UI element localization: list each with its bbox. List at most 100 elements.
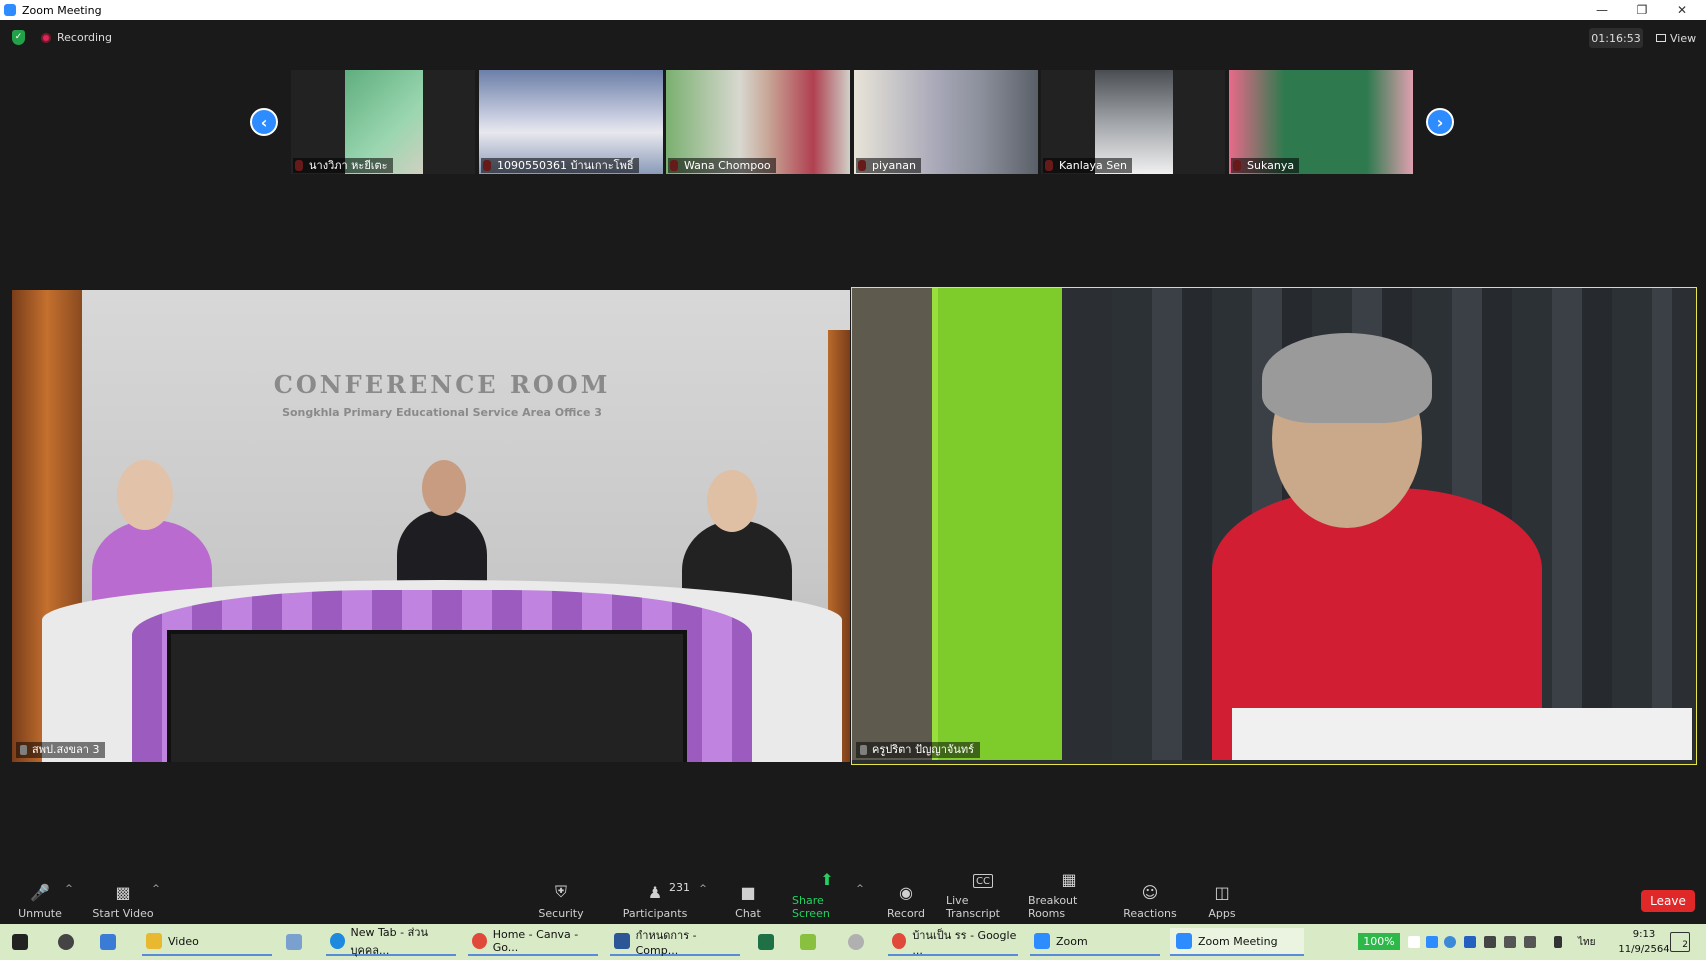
- participant-name: piyanan: [856, 158, 921, 173]
- reactions-label: Reactions: [1123, 907, 1177, 920]
- reactions-button[interactable]: ☺ Reactions: [1123, 874, 1177, 921]
- live-transcript-button[interactable]: CC Live Transcript: [946, 874, 1020, 920]
- participant-thumbnail[interactable]: Kanlaya Sen: [1041, 70, 1225, 174]
- excel-app[interactable]: [758, 928, 774, 956]
- unmute-button[interactable]: 🎤 Unmute: [12, 874, 68, 921]
- participants-label: Participants: [622, 907, 688, 920]
- share-screen-button[interactable]: ⬆ Share Screen: [792, 870, 862, 921]
- participant-thumbnail[interactable]: นางวิภา หะยีเตะ: [291, 70, 475, 174]
- participant-name: Wana Chompoo: [668, 158, 776, 173]
- taskbar-item-zoom[interactable]: Zoom: [1030, 928, 1160, 956]
- window-title: Zoom Meeting: [22, 3, 102, 17]
- network-icon[interactable]: [1504, 936, 1516, 948]
- window-app-icon: [100, 934, 116, 950]
- security-tray-icon[interactable]: [1484, 936, 1496, 948]
- participants-options-chevron-icon[interactable]: ^: [698, 874, 708, 894]
- participant-name: Kanlaya Sen: [1043, 158, 1132, 173]
- apps-button[interactable]: ◫ Apps: [1206, 874, 1238, 921]
- excel-icon: [758, 934, 774, 950]
- video-options-chevron-icon[interactable]: ^: [151, 874, 161, 894]
- cloud-icon[interactable]: [1444, 936, 1456, 948]
- participant-thumbnail[interactable]: 1090550361 บ้านเกาะโพธิ์: [479, 70, 663, 174]
- chrome-browser-icon: [892, 933, 907, 949]
- battery-indicator[interactable]: 100%: [1358, 933, 1400, 950]
- taskbar-item-word[interactable]: กำหนดการ - Comp...: [610, 928, 740, 957]
- leave-button[interactable]: Leave: [1641, 890, 1695, 912]
- taskbar-item-edge[interactable]: New Tab - ส่วนบุคคล...: [326, 926, 456, 957]
- clock-time: 9:13: [1632, 929, 1656, 940]
- muted-mic-icon: 🎤: [30, 882, 50, 902]
- taskbar-item-zoom-meeting[interactable]: Zoom Meeting: [1170, 928, 1304, 956]
- title-bar: Zoom Meeting — ❐ ✕: [0, 0, 1706, 20]
- record-icon: ◉: [899, 882, 913, 902]
- participant-name: 1090550361 บ้านเกาะโพธิ์: [481, 158, 639, 173]
- participant-name: Sukanya: [1231, 158, 1300, 173]
- notepad-app[interactable]: [286, 928, 302, 956]
- person-head: [422, 460, 466, 516]
- start-video-button[interactable]: ▩ Start Video: [92, 874, 154, 921]
- participant-name: นางวิภา หะยีเตะ: [293, 158, 393, 173]
- taskbar-item-google[interactable]: บ้านเป็น รร - Google ...: [888, 928, 1018, 957]
- chrome-app[interactable]: [848, 928, 864, 956]
- start-button[interactable]: [12, 928, 28, 956]
- breakout-rooms-button[interactable]: ▦ Breakout Rooms: [1028, 870, 1110, 921]
- view-button-label: View: [1670, 31, 1697, 45]
- input-language[interactable]: ไทย: [1578, 935, 1595, 950]
- notification-center-icon[interactable]: 2: [1670, 932, 1690, 952]
- meeting-timer: 01:16:53: [1589, 28, 1643, 48]
- zoom-app-icon: [4, 4, 16, 16]
- person-head: [117, 460, 173, 530]
- participant-thumbnail[interactable]: Wana Chompoo: [666, 70, 850, 174]
- chat-label: Chat: [735, 907, 761, 920]
- close-icon[interactable]: ✕: [1662, 0, 1702, 20]
- breakout-rooms-label: Breakout Rooms: [1028, 894, 1078, 920]
- restore-icon[interactable]: ❐: [1622, 0, 1662, 20]
- chat-icon: ■: [740, 882, 756, 902]
- taskbar-item-label: กำหนดการ - Comp...: [635, 928, 697, 957]
- tray-icon[interactable]: [1408, 936, 1420, 948]
- green-door: [932, 288, 1062, 760]
- recording-label[interactable]: Recording: [57, 31, 112, 44]
- audio-options-chevron-icon[interactable]: ^: [64, 874, 74, 894]
- shield-icon: ⛨: [554, 882, 567, 901]
- participant-name: ครูปริตา ปัญญาจันทร์: [856, 742, 981, 758]
- meeting-toolbar: 🎤 Unmute ^ ▩ Start Video ^ ⛨ Security ♟ …: [0, 870, 1706, 924]
- chat-button[interactable]: ■ Chat: [728, 874, 768, 921]
- taskbar-item-canva[interactable]: Home - Canva - Go...: [468, 928, 598, 956]
- share-screen-icon: ⬆: [820, 869, 834, 889]
- security-label: Security: [538, 907, 584, 920]
- taskbar-item-label: Zoom: [1056, 934, 1088, 948]
- share-options-chevron-icon[interactable]: ^: [855, 874, 865, 894]
- word-icon: [614, 933, 630, 949]
- minimize-icon[interactable]: —: [1582, 0, 1622, 20]
- closed-caption-icon: CC: [973, 874, 993, 888]
- microphone-icon[interactable]: [1554, 936, 1562, 948]
- start-video-label: Start Video: [92, 907, 154, 920]
- previous-page-arrow-icon[interactable]: ‹: [250, 108, 278, 136]
- taskbar-item-video[interactable]: Video: [142, 928, 272, 956]
- taskbar-item-label: บ้านเป็น รร - Google ...: [912, 928, 1017, 957]
- room-sign-subtitle: Songkhla Primary Educational Service Are…: [282, 406, 602, 419]
- participant-thumbnail[interactable]: Sukanya: [1229, 70, 1413, 174]
- apps-icon: ◫: [1214, 882, 1230, 902]
- next-page-arrow-icon[interactable]: ›: [1426, 108, 1454, 136]
- video-tile-active-speaker[interactable]: ครูปริตา ปัญญาจันทร์: [851, 287, 1697, 765]
- record-button[interactable]: ◉ Record: [884, 874, 928, 921]
- video-tile-conference-room[interactable]: CONFERENCE ROOM Songkhla Primary Educati…: [12, 290, 850, 762]
- security-button[interactable]: ⛨ Security: [536, 874, 586, 920]
- speaker-icon[interactable]: [1524, 936, 1536, 948]
- notes-icon: [800, 934, 816, 950]
- view-button[interactable]: View: [1650, 28, 1702, 48]
- bluetooth-icon[interactable]: [1464, 936, 1476, 948]
- person-head: [707, 470, 757, 532]
- file-manager-app[interactable]: [100, 928, 116, 956]
- zoom-meeting-window: Zoom Meeting — ❐ ✕ ✓ Recording 01:16:53 …: [0, 0, 1706, 960]
- encryption-shield-icon[interactable]: ✓: [12, 30, 25, 45]
- taskbar-item-label: Video: [168, 934, 199, 948]
- sticky-notes-app[interactable]: [800, 928, 816, 956]
- participant-thumbnail[interactable]: piyanan: [854, 70, 1038, 174]
- settings-app[interactable]: [58, 928, 74, 956]
- zoom-tray-icon[interactable]: [1426, 936, 1438, 948]
- system-clock[interactable]: 9:13 11/9/2564: [1614, 927, 1674, 957]
- notepad-icon: [286, 934, 302, 950]
